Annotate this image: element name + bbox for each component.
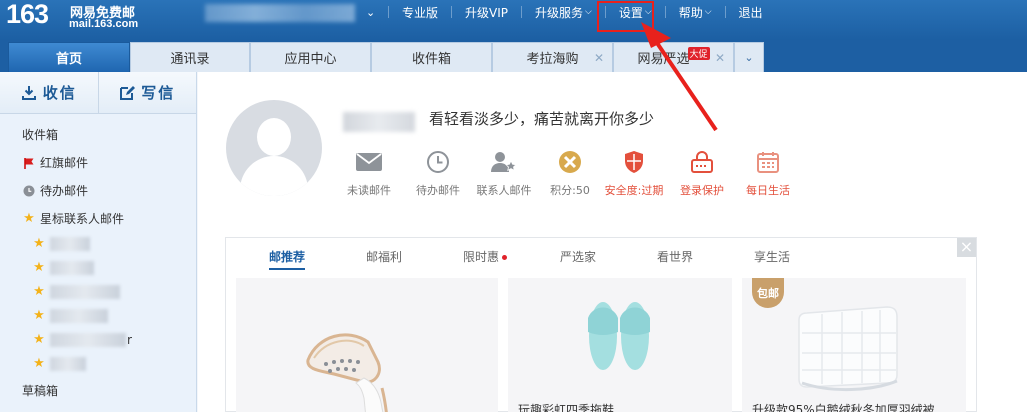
new-dot	[502, 255, 508, 260]
tab-contacts[interactable]: 通讯录	[130, 42, 250, 72]
download-icon	[21, 85, 36, 100]
promo-tab-world[interactable]: 看世界	[657, 248, 693, 265]
nav-logout[interactable]: 退出	[728, 0, 774, 24]
star-icon: ★	[33, 308, 45, 323]
promo-tabs: 邮推荐 邮福利 限时惠 严选家 看世界 享生活	[226, 238, 978, 272]
sale-badge: 大促	[687, 47, 710, 60]
starred-contact-item[interactable]: ★	[32, 236, 90, 251]
user-motto[interactable]: 看轻看淡多少，痛苦就离开你多少	[429, 108, 654, 129]
product-card[interactable]: 包邮 升级款95%白鹅绒秋冬加厚羽绒被	[742, 278, 966, 412]
promo-tab-welfare[interactable]: 邮福利	[366, 248, 402, 265]
folder-inbox[interactable]: 收件箱	[22, 126, 58, 143]
tab-app-center[interactable]: 应用中心	[250, 42, 371, 72]
user-name-blurred	[343, 112, 415, 132]
quick-unread[interactable]: 未读邮件	[334, 148, 404, 198]
avatar[interactable]	[226, 100, 322, 196]
duvet-image	[798, 306, 898, 391]
clock-icon	[22, 185, 36, 197]
folder-starred-contacts[interactable]: ★ 星标联系人邮件	[22, 210, 124, 227]
tab-bar: 首页 通讯录 应用中心 收件箱 考拉海购 ✕ 网易严选 大促 ✕ ⌄	[0, 40, 1027, 72]
promo-tab-life[interactable]: 享生活	[754, 248, 790, 265]
starred-contact-item[interactable]: ★	[32, 260, 94, 275]
nav-upgrade-service[interactable]: 升级服务 ⌵	[524, 0, 603, 24]
chevron-down-icon: ⌵	[585, 7, 592, 17]
folder-drafts[interactable]: 草稿箱	[22, 382, 58, 399]
star-icon: ★	[33, 260, 45, 275]
chevron-down-icon: ⌵	[704, 7, 712, 17]
coin-icon	[559, 151, 581, 173]
garment-steamer-image	[306, 333, 388, 412]
tab-inbox[interactable]: 收件箱	[371, 42, 492, 72]
quick-security[interactable]: 安全度:过期	[599, 148, 669, 198]
chevron-down-icon: ⌄	[744, 51, 754, 64]
starred-contact-item[interactable]: ★	[32, 308, 108, 323]
star-icon: ★	[33, 356, 45, 371]
product-title: 升级款95%白鹅绒秋冬加厚羽绒被	[752, 403, 935, 412]
folder-todo[interactable]: 待办邮件	[22, 182, 88, 199]
main-content: 看轻看淡多少，痛苦就离开你多少 未读邮件 待办邮件 联系人邮件 积分:50 安全…	[198, 72, 1027, 412]
nav-help[interactable]: 帮助 ⌵	[668, 0, 723, 24]
sidebar-actions: 收信 写信	[0, 72, 196, 114]
promo-tab-yanxuan[interactable]: 严选家	[560, 248, 596, 265]
promo-tab-flash-sale[interactable]: 限时惠	[463, 248, 508, 265]
account-name-blurred[interactable]	[205, 4, 355, 22]
star-icon: ★	[23, 211, 35, 226]
quick-daily-life[interactable]: 每日生活	[733, 148, 803, 198]
quick-contact-mail[interactable]: 联系人邮件	[469, 148, 539, 198]
top-nav: 专业版 升级VIP 升级服务 ⌵ 设置 ⌵ 帮助 ⌵ 退出	[386, 0, 774, 24]
slippers-image	[588, 302, 650, 370]
settings-highlight-box	[597, 1, 654, 32]
product-title: 玩趣彩虹四季拖鞋	[518, 403, 615, 412]
promo-panel: 邮推荐 邮福利 限时惠 严选家 看世界 享生活 玩趣彩虹四季拖鞋 包邮 升级款9…	[225, 237, 977, 412]
starred-contact-item[interactable]: ★ r	[32, 332, 132, 347]
top-bar: 163 网易免费邮 mail.163.com ⌄ 专业版 升级VIP 升级服务 ⌵…	[0, 0, 1027, 40]
shield-icon	[625, 151, 643, 173]
account-chevron-down-icon[interactable]: ⌄	[366, 6, 375, 19]
logo-number: 163	[6, 0, 49, 29]
tab-more-dropdown[interactable]: ⌄	[734, 42, 764, 72]
red-flag-icon	[22, 157, 36, 169]
folder-flagged[interactable]: 红旗邮件	[22, 154, 88, 171]
receive-button[interactable]: 收信	[0, 72, 99, 113]
star-icon: ★	[33, 236, 45, 251]
product-card[interactable]	[236, 278, 498, 412]
nav-pro-edition[interactable]: 专业版	[391, 0, 449, 24]
contact-star-icon	[491, 152, 517, 172]
starred-contact-item[interactable]: ★	[32, 356, 86, 371]
tab-yanxuan[interactable]: 网易严选 大促 ✕	[613, 42, 734, 72]
star-icon: ★	[33, 284, 45, 299]
compose-button[interactable]: 写信	[99, 72, 197, 113]
quick-points[interactable]: 积分:50	[535, 148, 605, 198]
logo-domain: mail.163.com	[69, 18, 139, 30]
nav-upgrade-vip[interactable]: 升级VIP	[454, 0, 519, 24]
close-icon[interactable]: ✕	[594, 51, 604, 65]
tab-home[interactable]: 首页	[8, 42, 130, 72]
edit-icon	[120, 85, 136, 100]
quick-login-protect[interactable]: 登录保护	[667, 148, 737, 198]
close-icon[interactable]: ×	[957, 238, 976, 257]
calendar-icon	[757, 152, 779, 173]
clock-icon	[427, 151, 449, 173]
promo-tab-recommend[interactable]: 邮推荐	[269, 248, 306, 270]
sidebar: 收信 写信 收件箱 红旗邮件 待办邮件 ★ 星标联系人邮件 ★ ★ ★ ★ ★ r…	[0, 72, 197, 412]
product-card[interactable]: 玩趣彩虹四季拖鞋	[508, 278, 732, 412]
starred-contact-item[interactable]: ★	[32, 284, 120, 299]
lock-icon	[691, 151, 713, 173]
tab-kaola[interactable]: 考拉海购 ✕	[492, 42, 613, 72]
close-icon[interactable]: ✕	[715, 51, 725, 65]
quick-todo[interactable]: 待办邮件	[403, 148, 473, 198]
star-icon: ★	[33, 332, 45, 347]
envelope-icon	[356, 153, 382, 171]
